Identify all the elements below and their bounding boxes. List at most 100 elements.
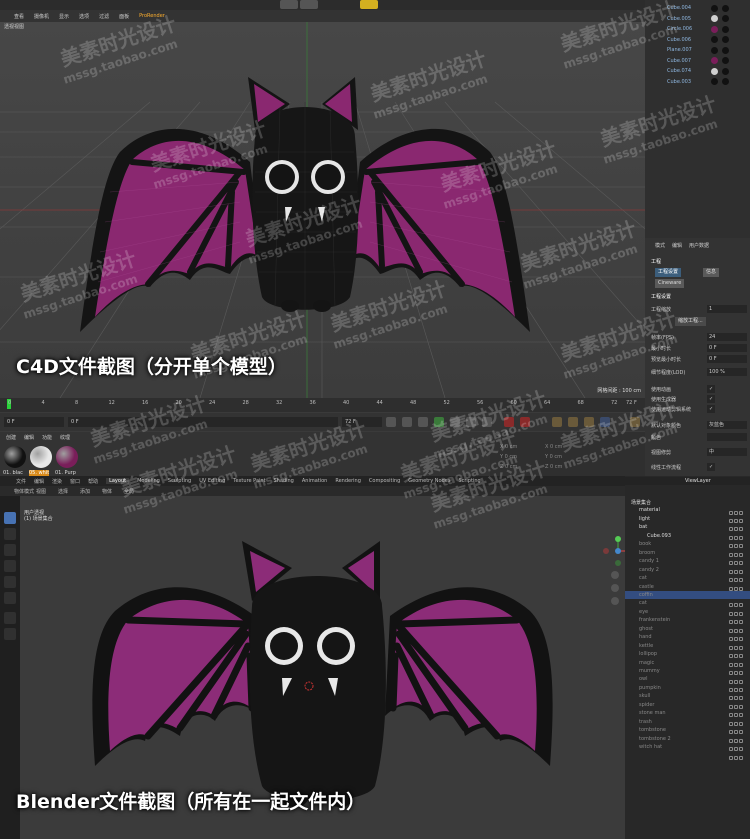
outliner-row[interactable]: trash — [625, 718, 750, 735]
outliner-row[interactable]: tombstone — [625, 726, 750, 743]
camera-view-icon[interactable] — [611, 597, 619, 605]
workspace-tab[interactable]: Compositing — [369, 478, 400, 484]
visibility-icons[interactable] — [728, 643, 746, 659]
prev-key-button[interactable] — [402, 417, 412, 427]
outliner-row[interactable]: candy 1 — [625, 557, 750, 574]
key-scale-button[interactable] — [584, 417, 594, 427]
workspace-tab[interactable]: UV Editing — [199, 478, 225, 484]
visibility-icons[interactable] — [728, 652, 746, 667]
outliner-row[interactable]: mummy — [625, 667, 750, 684]
visibility-icons[interactable] — [728, 601, 746, 616]
outliner-row[interactable]: coffin — [625, 590, 750, 608]
outliner-row[interactable]: hand — [625, 633, 750, 650]
outliner-row[interactable]: cat — [625, 574, 750, 591]
cursor-tool-icon[interactable] — [4, 528, 16, 540]
outliner-row[interactable]: light — [625, 515, 750, 532]
outliner-row[interactable]: cat — [625, 599, 750, 616]
outliner-row[interactable]: Cube.093 — [625, 532, 750, 549]
visibility-icons[interactable] — [728, 584, 746, 599]
workspace-tab[interactable]: Rendering — [335, 478, 361, 484]
play-button[interactable] — [434, 417, 444, 427]
workspace-tab[interactable]: Scripting — [458, 478, 480, 484]
coordinate-row[interactable]: Z 0 cm — [545, 464, 562, 470]
c4d-menu-item[interactable]: 面板 — [119, 13, 129, 20]
outliner-row[interactable]: book — [625, 540, 750, 557]
header-menu-item[interactable]: 视图 — [36, 488, 46, 495]
header-menu-item[interactable]: 全局 — [124, 488, 134, 495]
visibility-icons[interactable] — [728, 559, 746, 574]
min-frame-field[interactable]: 0 F — [68, 417, 338, 427]
object-row[interactable]: Cube.005 — [645, 14, 750, 24]
visibility-icons[interactable] — [728, 694, 746, 709]
key-rotate-button[interactable] — [568, 417, 578, 427]
visibility-icons[interactable] — [728, 685, 746, 701]
attribute-value[interactable]: ✓ — [707, 385, 715, 393]
visibility-icons[interactable] — [728, 609, 746, 625]
object-row[interactable]: Cube.006 — [645, 35, 750, 45]
c4d-viewport[interactable]: 透视视图 网格间距 : 100 cm — [0, 22, 645, 398]
tab-project-settings[interactable]: 工程设置 — [655, 268, 682, 277]
attribute-value[interactable]: 1 — [707, 305, 747, 313]
visibility-icons[interactable] — [728, 508, 746, 523]
header-menu-item[interactable]: 添加 — [80, 488, 90, 495]
pan-hand-icon[interactable] — [611, 584, 619, 592]
visibility-icons[interactable] — [728, 550, 746, 566]
object-row[interactable]: Cube.003 — [645, 77, 750, 87]
visibility-icons[interactable] — [728, 728, 746, 743]
workspace-tab[interactable]: 窗口 — [70, 478, 80, 485]
zoom-icon[interactable] — [611, 571, 619, 579]
key-move-button[interactable] — [552, 417, 562, 427]
workspace-tab[interactable]: Layout — [106, 478, 130, 484]
last-frame-button[interactable] — [482, 417, 492, 427]
attribute-value[interactable]: ✓ — [707, 395, 715, 403]
outliner-row[interactable]: pumpkin — [625, 684, 750, 701]
coordinate-row[interactable]: Z 0 cm — [500, 464, 517, 470]
attribute-value[interactable]: 24 — [707, 333, 747, 341]
coordinate-row[interactable]: X 0 cm — [545, 444, 562, 450]
visibility-icons[interactable] — [728, 500, 746, 515]
record-button[interactable] — [504, 417, 514, 427]
first-frame-button[interactable] — [386, 417, 396, 427]
attribute-value[interactable]: 灰蓝色 — [707, 421, 747, 429]
visibility-icons[interactable] — [728, 660, 746, 676]
visibility-icons[interactable] — [728, 576, 746, 591]
outliner-row[interactable]: candy 2 — [625, 566, 750, 583]
material-swatch[interactable] — [30, 446, 52, 468]
visibility-icons[interactable] — [728, 711, 746, 726]
attribute-menu-item[interactable]: 用户数据 — [689, 242, 709, 249]
c4d-menu-item[interactable]: 查看 — [14, 13, 24, 20]
coordinate-row[interactable]: Y 0 cm — [545, 454, 562, 460]
object-row[interactable]: Cube.007 — [645, 56, 750, 66]
outliner-row[interactable]: spider — [625, 701, 750, 718]
attribute-value[interactable]: ✓ — [707, 405, 715, 413]
select-tool-icon[interactable] — [4, 512, 16, 524]
outliner-row[interactable]: 场景集合 — [625, 498, 750, 515]
outliner-row[interactable]: witch hat — [625, 743, 750, 760]
navigation-gizmo[interactable] — [603, 536, 625, 566]
visibility-icons[interactable] — [728, 677, 746, 692]
tab-info[interactable]: 信息 — [703, 268, 720, 277]
attribute-value[interactable]: 0 F — [707, 355, 747, 363]
material-swatch[interactable] — [4, 446, 26, 468]
key-param-button[interactable] — [600, 417, 610, 427]
visibility-icons[interactable] — [728, 618, 746, 633]
coordinate-row[interactable]: Y 0 cm — [500, 454, 517, 460]
object-row[interactable]: Plane.007 — [645, 45, 750, 55]
c4d-menu-item[interactable]: 摄像机 — [34, 13, 49, 20]
workspace-tab[interactable]: Sculpting — [168, 478, 191, 484]
outliner-row[interactable]: owl — [625, 675, 750, 692]
scale-project-button[interactable]: 缩放工程... — [675, 317, 706, 326]
visibility-icons[interactable] — [728, 745, 746, 760]
workspace-tab[interactable]: Texture Paint — [233, 478, 265, 484]
toolbar-button[interactable] — [280, 0, 298, 9]
object-row[interactable]: Cube.004 — [645, 3, 750, 13]
attribute-value[interactable]: 中 — [707, 448, 747, 456]
end-frame-field[interactable]: 72 F — [342, 417, 382, 427]
start-frame-field[interactable]: 0 F — [4, 417, 64, 427]
outliner-row[interactable]: bat — [625, 523, 750, 540]
outliner-row[interactable]: skull — [625, 692, 750, 709]
visibility-icons[interactable] — [728, 516, 746, 532]
header-menu-item[interactable]: 选择 — [58, 488, 68, 495]
visibility-icons[interactable] — [728, 702, 746, 718]
workspace-tab[interactable]: 文件 — [16, 478, 26, 485]
